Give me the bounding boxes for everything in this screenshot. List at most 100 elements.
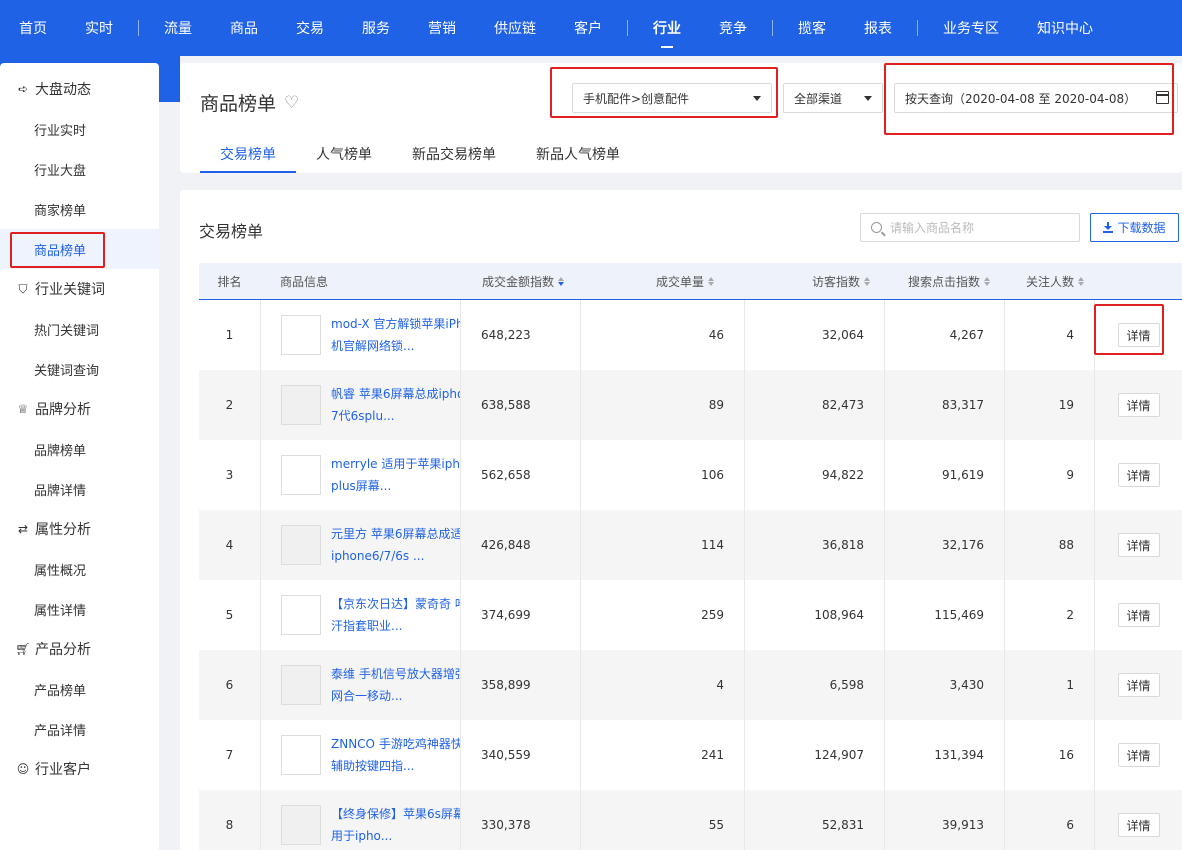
product-name-link[interactable]: mod-X 官方解锁苹果iPh 机官解网络锁...: [331, 313, 460, 357]
sidebar: ➪ 大盘动态 行业实时 行业大盘 商家榜单 商品榜单 ⛉ 行业关键词 热门关键词…: [0, 63, 159, 850]
product-thumbnail[interactable]: [281, 805, 321, 845]
sidebar-group-keywords[interactable]: ⛉ 行业关键词: [0, 269, 159, 309]
sidebar-item-product-detail[interactable]: 产品详情: [0, 709, 159, 749]
nav-knowledge-center[interactable]: 知识中心: [1018, 0, 1112, 56]
detail-button[interactable]: 详情: [1117, 393, 1160, 417]
section-title: 交易榜单: [199, 222, 264, 241]
product-name-link[interactable]: ZNNCO 手游吃鸡神器快 辅助按键四指...: [331, 733, 460, 777]
channel-select[interactable]: 全部渠道: [783, 83, 883, 113]
col-amount-index[interactable]: 成交金额指数: [460, 263, 580, 299]
page-title: 商品榜单 ♡: [200, 89, 299, 116]
product-name-link[interactable]: 【京东次日达】蒙奇奇 叶 汗指套职业...: [331, 593, 460, 637]
sidebar-item-product-ranking[interactable]: 商品榜单: [0, 229, 159, 269]
sort-icon: [708, 276, 714, 286]
crown-icon: ♕: [17, 402, 29, 416]
tab-trade-ranking[interactable]: 交易榜单: [200, 135, 296, 173]
sidebar-group-customers[interactable]: ☺ 行业客户: [0, 749, 159, 789]
rank-cell: 6: [225, 678, 234, 692]
sidebar-item-brand-ranking[interactable]: 品牌榜单: [0, 429, 159, 469]
nav-home[interactable]: 首页: [0, 0, 66, 56]
nav-traffic[interactable]: 流量: [145, 0, 211, 56]
sidebar-item-product-list[interactable]: 产品榜单: [0, 669, 159, 709]
detail-button[interactable]: 详情: [1117, 533, 1160, 557]
product-name-line: plus屏幕...: [331, 479, 392, 493]
product-name-line: 【终身保修】苹果6s屏幕: [331, 807, 460, 821]
sort-icon: [984, 276, 990, 286]
visitor-index-cell: 6,598: [744, 650, 884, 720]
table-body: 1 mod-X 官方解锁苹果iPh 机官解网络锁... 648,223 46 3…: [199, 300, 1182, 850]
product-thumbnail[interactable]: [281, 385, 321, 425]
sidebar-item-hot-keywords[interactable]: 热门关键词: [0, 309, 159, 349]
sidebar-item-brand-detail[interactable]: 品牌详情: [0, 469, 159, 509]
product-thumbnail[interactable]: [281, 525, 321, 565]
sidebar-group-brand[interactable]: ♕ 品牌分析: [0, 389, 159, 429]
date-select[interactable]: 按天查询（2020-04-08 至 2020-04-08）: [894, 83, 1178, 113]
rank-cell: 3: [225, 468, 234, 482]
nav-marketing[interactable]: 营销: [409, 0, 475, 56]
sidebar-item-attribute-detail[interactable]: 属性详情: [0, 589, 159, 629]
tab-new-popularity-ranking[interactable]: 新品人气榜单: [516, 135, 640, 173]
category-select[interactable]: 手机配件>创意配件: [572, 83, 772, 113]
product-thumbnail[interactable]: [281, 315, 321, 355]
detail-button[interactable]: 详情: [1117, 743, 1160, 767]
tab-new-trade-ranking[interactable]: 新品交易榜单: [392, 135, 516, 173]
product-name-link[interactable]: 泰维 手机信号放大器增强 网合一移动...: [331, 663, 460, 707]
product-thumbnail[interactable]: [281, 455, 321, 495]
product-thumbnail[interactable]: [281, 595, 321, 635]
nav-acquire[interactable]: 揽客: [779, 0, 845, 56]
heart-icon[interactable]: ♡: [284, 93, 299, 113]
sidebar-group-market[interactable]: ➪ 大盘动态: [0, 69, 159, 109]
tab-popularity-ranking[interactable]: 人气榜单: [296, 135, 392, 173]
amount-index-cell: 648,223: [460, 300, 580, 370]
search-box[interactable]: [860, 213, 1080, 242]
product-thumbnail[interactable]: [281, 665, 321, 705]
actions-cell: 详情: [1094, 720, 1182, 790]
sidebar-group-product[interactable]: 🛒︎ 产品分析: [0, 629, 159, 669]
sidebar-item-merchant-ranking[interactable]: 商家榜单: [0, 189, 159, 229]
product-name-link[interactable]: 元里方 苹果6屏幕总成适 iphone6/7/6s ...: [331, 523, 460, 567]
col-order-volume[interactable]: 成交单量: [580, 263, 744, 299]
col-search-click-index[interactable]: 搜索点击指数: [884, 263, 1004, 299]
amount-index-cell: 638,588: [460, 370, 580, 440]
order-volume-cell: 46: [580, 300, 744, 370]
nav-business-zone[interactable]: 业务专区: [924, 0, 1018, 56]
product-name-link[interactable]: 帆睿 苹果6屏幕总成ipho 7代6splu...: [331, 383, 460, 427]
detail-button[interactable]: 详情: [1117, 463, 1160, 487]
detail-button[interactable]: 详情: [1117, 673, 1160, 697]
product-name-line: 7代6splu...: [331, 409, 395, 423]
nav-customers[interactable]: 客户: [555, 0, 621, 56]
product-name-line: mod-X 官方解锁苹果iPh: [331, 317, 460, 331]
nav-realtime[interactable]: 实时: [66, 0, 132, 56]
detail-button[interactable]: 详情: [1117, 603, 1160, 627]
sidebar-group-label: 大盘动态: [35, 82, 91, 98]
col-visitor-index[interactable]: 访客指数: [744, 263, 884, 299]
product-name-link[interactable]: 【终身保修】苹果6s屏幕 用于ipho...: [331, 803, 460, 847]
col-followers[interactable]: 关注人数: [1004, 263, 1094, 299]
table-row: 4 元里方 苹果6屏幕总成适 iphone6/7/6s ... 426,848 …: [199, 510, 1182, 580]
arrow-right-icon: ➪: [17, 82, 29, 96]
product-thumbnail[interactable]: [281, 735, 321, 775]
sidebar-item-industry-overview[interactable]: 行业大盘: [0, 149, 159, 189]
sort-icon: [864, 276, 870, 286]
download-button[interactable]: 下载数据: [1090, 213, 1179, 242]
nav-supply-chain[interactable]: 供应链: [475, 0, 555, 56]
product-info-cell: 元里方 苹果6屏幕总成适 iphone6/7/6s ...: [260, 510, 460, 580]
nav-service[interactable]: 服务: [343, 0, 409, 56]
detail-button[interactable]: 详情: [1117, 323, 1160, 347]
nav-trade[interactable]: 交易: [277, 0, 343, 56]
search-input[interactable]: [890, 220, 1070, 235]
nav-reports[interactable]: 报表: [845, 0, 911, 56]
nav-industry[interactable]: 行业: [634, 0, 700, 56]
chevron-down-icon: [753, 96, 761, 101]
sidebar-group-label: 属性分析: [35, 522, 91, 538]
table-row: 5 【京东次日达】蒙奇奇 叶 汗指套职业... 374,699 259 108,…: [199, 580, 1182, 650]
sidebar-group-attribute[interactable]: ⇄ 属性分析: [0, 509, 159, 549]
detail-button[interactable]: 详情: [1117, 813, 1160, 837]
followers-cell: 6: [1004, 790, 1094, 850]
sidebar-item-keyword-query[interactable]: 关键词查询: [0, 349, 159, 389]
product-name-link[interactable]: merryle 适用于苹果iphon plus屏幕...: [331, 453, 460, 497]
nav-products[interactable]: 商品: [211, 0, 277, 56]
sidebar-item-attribute-overview[interactable]: 属性概况: [0, 549, 159, 589]
sidebar-item-industry-realtime[interactable]: 行业实时: [0, 109, 159, 149]
nav-competition[interactable]: 竞争: [700, 0, 766, 56]
